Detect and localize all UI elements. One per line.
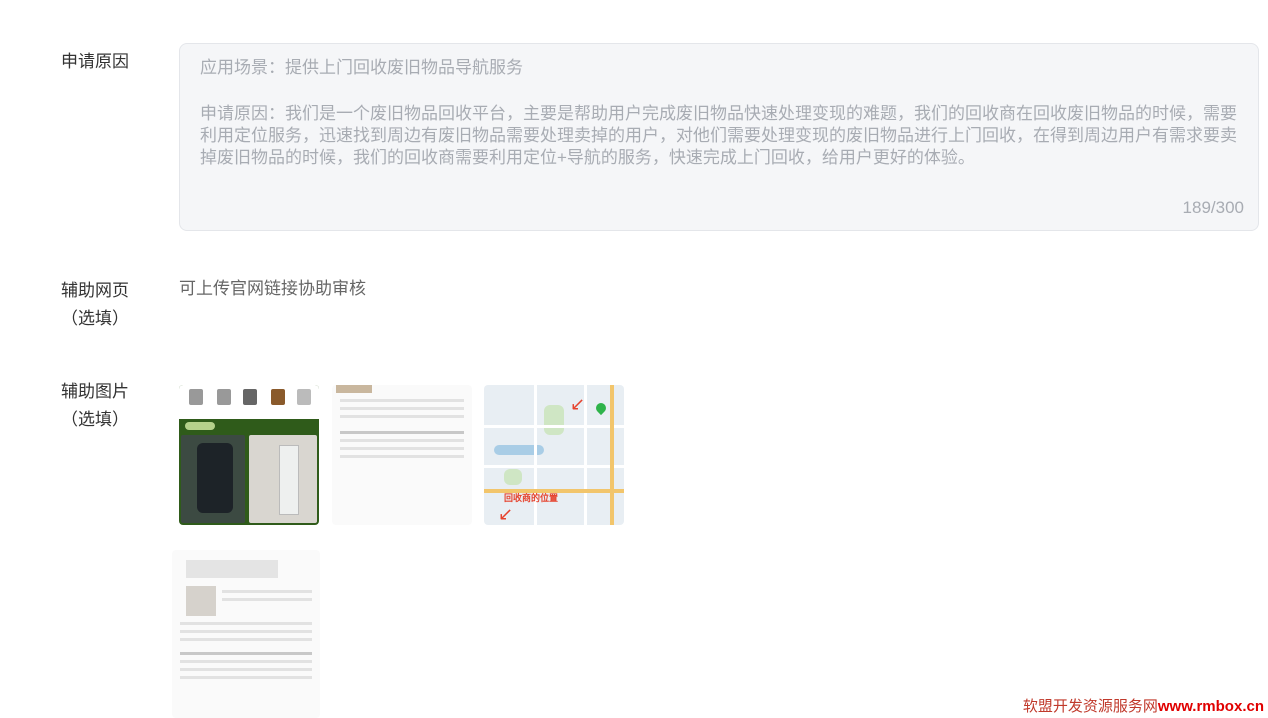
image-thumb-receipt[interactable]	[332, 385, 472, 525]
image-thumb-receipt-2[interactable]	[172, 550, 320, 718]
map-park	[544, 405, 564, 435]
web-label: 辅助网页 （选填）	[61, 281, 129, 328]
blurred-header	[186, 560, 278, 578]
reason-textarea[interactable]: 应用场景：提供上门回收废旧物品导航服务 申请原因：我们是一个废旧物品回收平台，主…	[179, 43, 1259, 231]
site-watermark: 软盟开发资源服务网www.rmbox.cn	[1022, 697, 1264, 715]
images-label: 辅助图片 （选填）	[61, 382, 129, 429]
char-counter: 189/300	[1182, 198, 1244, 217]
web-hint: 可上传官网链接协助审核	[179, 279, 366, 298]
app-topbar	[179, 385, 319, 419]
image-thumb-app[interactable]	[179, 385, 319, 525]
product-thumb	[186, 586, 216, 616]
location-pin-icon	[593, 400, 609, 416]
reason-text: 申请原因：我们是一个废旧物品回收平台，主要是帮助用户完成废旧物品快速处理变现的难…	[200, 104, 1237, 167]
map-location-label: 回收商的位置	[504, 493, 559, 503]
phone-shape	[197, 443, 233, 513]
arrow-icon: ↙	[498, 504, 514, 524]
app-tab-pill	[185, 422, 215, 430]
fridge-shape	[279, 445, 299, 515]
product-thumb	[336, 385, 372, 393]
reason-label: 申请原因	[61, 52, 129, 71]
scenario-text: 应用场景：提供上门回收废旧物品导航服务	[200, 58, 523, 77]
image-thumb-map[interactable]: ↙ 回收商的位置 ↙	[484, 385, 624, 525]
arrow-icon: ↙	[570, 394, 586, 414]
